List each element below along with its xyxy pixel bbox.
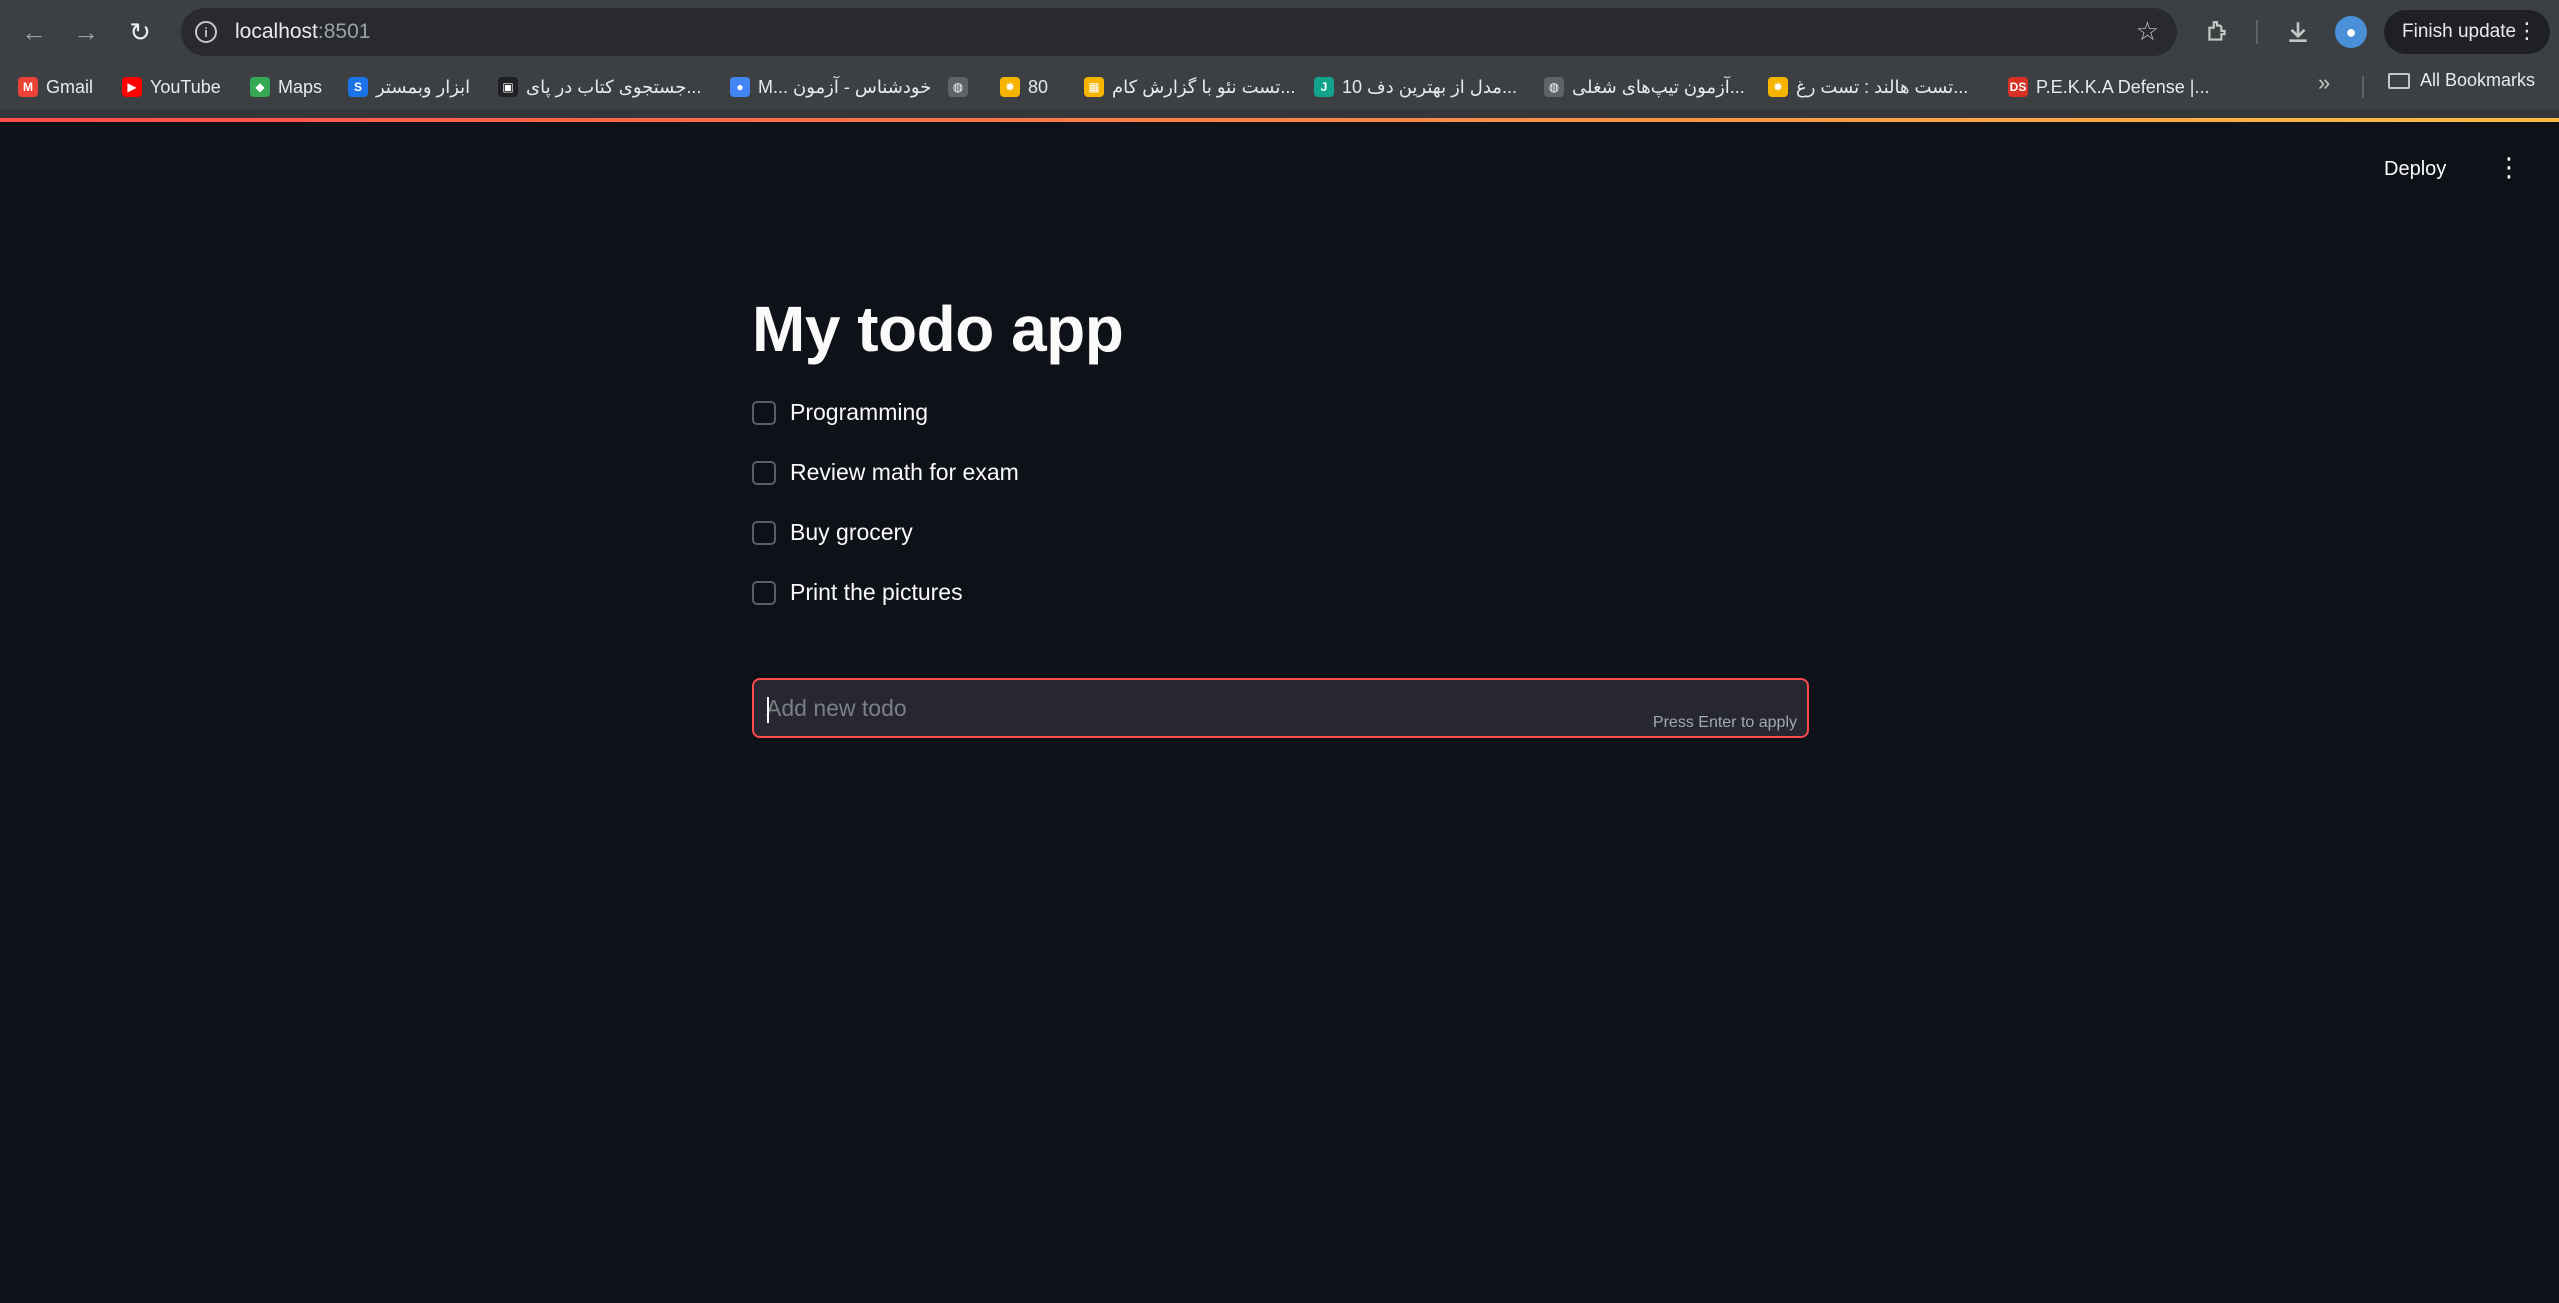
site-info-icon[interactable]: i	[195, 21, 217, 43]
youtube-icon: ▶	[122, 77, 142, 97]
chevron-double-right-icon[interactable]: »	[2318, 70, 2330, 96]
profile-icon: ●	[2345, 21, 2357, 42]
new-todo-input[interactable]	[766, 688, 1626, 728]
todo-checkbox[interactable]	[752, 580, 776, 605]
input-hint: Press Enter to apply	[1652, 714, 1797, 731]
todo-checkbox[interactable]	[752, 520, 776, 545]
bookmark-label: Maps	[278, 76, 323, 97]
bookmarks-divider	[2362, 76, 2364, 98]
pinwheel-icon: ✸	[1768, 77, 1788, 97]
finish-update-label: Finish update	[2402, 21, 2517, 42]
todo-item[interactable]: Review math for exam	[752, 459, 1019, 486]
bookmark-item[interactable]: ✸ تست هالند : تست رغ...	[1760, 69, 1976, 105]
bookmark-item[interactable]: ▦ تست نئو با گزارش کام...	[1076, 69, 1303, 105]
arrow-right-icon: →	[73, 16, 99, 47]
todo-item[interactable]: Programming	[752, 399, 928, 426]
address-bar[interactable]: i localhost:8501 ☆	[181, 8, 2177, 56]
todo-item[interactable]: Buy grocery	[752, 519, 913, 546]
app-main: Deploy ⋮ My todo app Programming Review m…	[0, 122, 2559, 1303]
bookmark-item[interactable]: M Gmail	[10, 69, 101, 105]
bookmark-item[interactable]: ▣ جستجوی کتاب در پای...	[490, 69, 709, 105]
toolbar-divider	[2256, 20, 2258, 44]
bookmark-label: جستجوی کتاب در پای...	[526, 76, 702, 97]
text-caret	[767, 697, 769, 723]
bookmarks-bar: M Gmail ▶ YouTube ◆ Maps S ابزار وبمستر ▣ جستجوی …	[0, 64, 2559, 110]
todo-label: Review math for exam	[790, 459, 1019, 485]
all-bookmarks-button[interactable]: All Bookmarks	[2388, 70, 2535, 91]
j-icon: J	[1314, 77, 1334, 97]
bookmark-label: Gmail	[46, 76, 94, 97]
bookmark-item[interactable]: S ابزار وبمستر	[340, 69, 478, 105]
test-icon: ●	[730, 77, 750, 97]
folder-icon	[2388, 72, 2410, 89]
ds-icon: DS	[2008, 77, 2028, 97]
webmaster-icon: S	[348, 77, 368, 97]
bookmark-label: M... خودشناس - آزمون	[758, 76, 932, 97]
url-text[interactable]: localhost:8501	[235, 20, 370, 44]
browser-chrome: ← → ↻ i localhost:8501 ☆ ● Finish update…	[0, 0, 2559, 122]
todo-label: Print the pictures	[790, 579, 963, 605]
globe-icon: ◍	[948, 77, 968, 97]
more-vert-icon: ⋮	[2516, 18, 2538, 43]
bookmark-item[interactable]: ● M... خودشناس - آزمون	[722, 69, 939, 105]
profile-avatar[interactable]: ●	[2335, 16, 2367, 48]
reload-icon: ↻	[129, 16, 151, 47]
bookmark-label: ابزار وبمستر	[376, 76, 471, 97]
bookmark-item[interactable]: J 10 مدل از بهترین دف...	[1306, 69, 1525, 105]
bookmark-label: آزمون تیپ‌های شغلی...	[1572, 76, 1745, 97]
new-todo-field[interactable]: Press Enter to apply	[752, 678, 1809, 738]
extensions-icon[interactable]	[2199, 14, 2235, 50]
bookmark-item[interactable]: ◍	[940, 69, 984, 105]
globe-icon: ◍	[1544, 77, 1564, 97]
bookmark-label: تست نئو با گزارش کام...	[1112, 76, 1296, 97]
forward-button[interactable]: →	[68, 14, 104, 50]
bookmark-star-icon[interactable]: ☆	[2136, 16, 2159, 47]
pinwheel-icon: ✸	[1000, 77, 1020, 97]
page-title: My todo app	[752, 293, 1124, 365]
deploy-button[interactable]: Deploy	[2384, 158, 2446, 181]
todo-label: Programming	[790, 399, 929, 425]
bookmark-label: YouTube	[150, 76, 221, 97]
todo-checkbox[interactable]	[752, 460, 776, 485]
todo-item[interactable]: Print the pictures	[752, 579, 963, 606]
arrow-left-icon: ←	[21, 16, 47, 47]
todo-label: Buy grocery	[790, 519, 913, 545]
finish-update-button[interactable]: Finish update ⋮	[2384, 10, 2550, 54]
bookmark-label: تست هالند : تست رغ...	[1796, 76, 1969, 97]
bookmark-label: 10 مدل از بهترین دف...	[1342, 76, 1517, 97]
bookmark-item[interactable]: DS P.E.K.K.A Defense |...	[2000, 69, 2217, 105]
bookmark-label: 80	[1028, 76, 1049, 97]
bookmark-item[interactable]: ✸ 80	[992, 69, 1056, 105]
back-button[interactable]: ←	[16, 14, 52, 50]
todo-checkbox[interactable]	[752, 400, 776, 425]
maps-icon: ◆	[250, 77, 270, 97]
kebab-menu-icon[interactable]: ⋮	[2496, 152, 2522, 183]
reload-button[interactable]: ↻	[122, 14, 158, 50]
downloads-icon[interactable]	[2280, 14, 2316, 50]
bookmark-label: P.E.K.K.A Defense |...	[2036, 76, 2210, 97]
bookmark-item[interactable]: ◍ آزمون تیپ‌های شغلی...	[1536, 69, 1753, 105]
all-bookmarks-label: All Bookmarks	[2420, 70, 2536, 90]
bookmark-item[interactable]: ◆ Maps	[242, 69, 330, 105]
grid-icon: ▦	[1084, 77, 1104, 97]
browser-toolbar: ← → ↻ i localhost:8501 ☆ ● Finish update…	[0, 0, 2559, 64]
gmail-icon: M	[18, 77, 38, 97]
bookmark-item[interactable]: ▶ YouTube	[114, 69, 229, 105]
book-search-icon: ▣	[498, 77, 518, 97]
